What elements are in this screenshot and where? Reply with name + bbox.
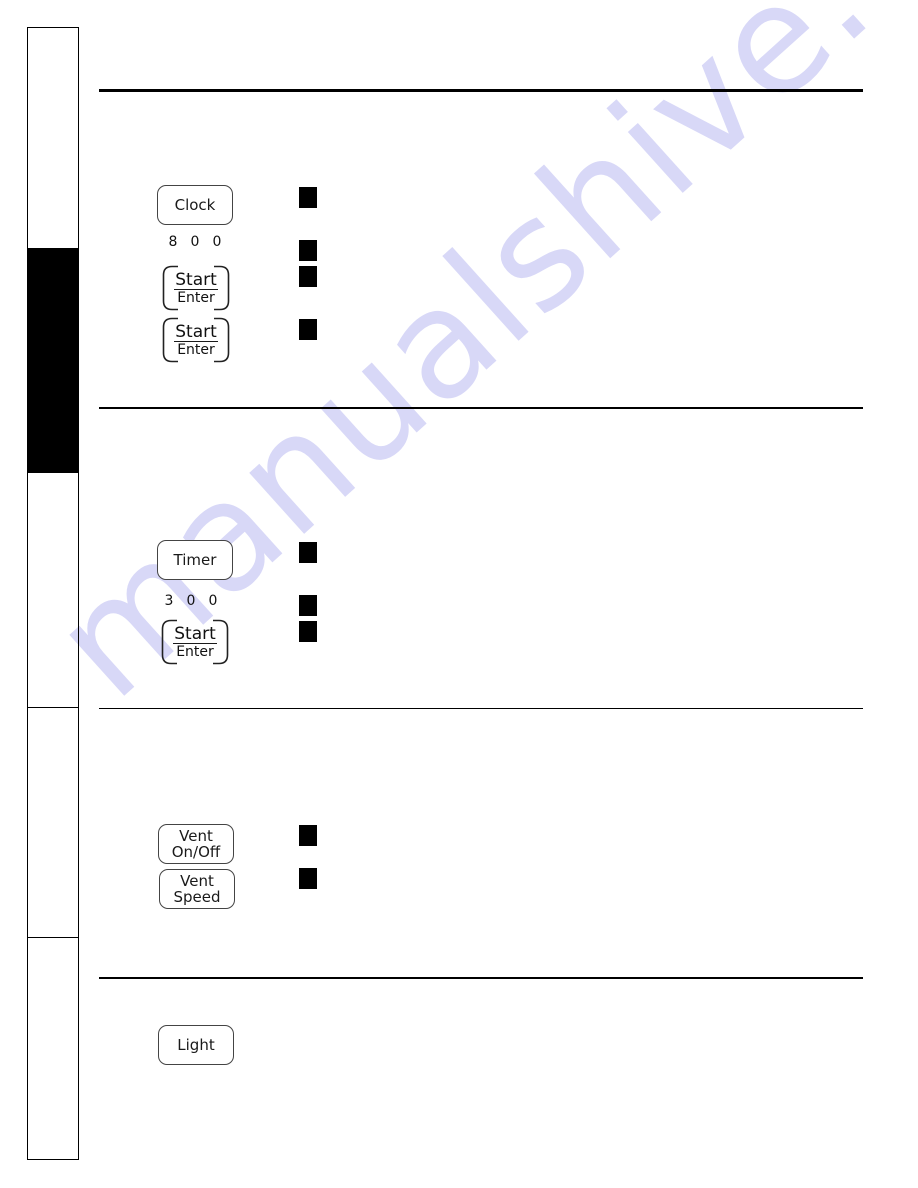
light-button[interactable]: Light	[158, 1025, 234, 1065]
section-rule-light	[99, 977, 863, 979]
step-marker-4	[299, 319, 317, 340]
digit: 0	[190, 234, 200, 250]
start-label: Start	[174, 269, 218, 290]
step-marker-2	[299, 240, 317, 261]
vent-speed-button[interactable]: Vent Speed	[159, 869, 235, 909]
enter-label: Enter	[177, 289, 215, 306]
start-enter-button[interactable]: Start Enter	[162, 265, 230, 311]
section-tab-sidebar	[27, 27, 79, 1160]
digit: 0	[186, 593, 196, 609]
sidebar-tab-2-active[interactable]	[28, 248, 78, 473]
step-marker-1	[299, 825, 317, 846]
timer-digits: 300	[158, 593, 224, 609]
light-button-label: Light	[177, 1036, 215, 1054]
start-label: Start	[173, 623, 217, 644]
clock-button[interactable]: Clock	[157, 185, 233, 225]
timer-button-label: Timer	[173, 551, 217, 569]
sidebar-tab-3[interactable]	[28, 473, 78, 707]
step-marker-2	[299, 595, 317, 616]
clock-digits: 800	[162, 234, 228, 250]
start-label: Start	[174, 321, 218, 342]
vent-on-off-label-line2: On/Off	[171, 843, 221, 861]
vent-speed-label-line1: Vent	[180, 872, 214, 890]
sidebar-tab-4[interactable]	[28, 707, 78, 937]
timer-button[interactable]: Timer	[157, 540, 233, 580]
digit: 0	[212, 234, 222, 250]
enter-label: Enter	[176, 643, 214, 660]
section-rule-vent	[99, 708, 863, 709]
vent-speed-label-line2: Speed	[173, 888, 221, 906]
sidebar-tab-5[interactable]	[28, 937, 78, 1161]
step-marker-3	[299, 266, 317, 287]
vent-on-off-button[interactable]: Vent On/Off	[158, 824, 234, 864]
sidebar-tab-1[interactable]	[28, 28, 78, 248]
section-rule-timer	[99, 407, 863, 409]
step-marker-1	[299, 542, 317, 563]
section-rule-clock	[99, 89, 863, 92]
digit: 8	[168, 234, 178, 250]
step-marker-1	[299, 187, 317, 208]
start-enter-button[interactable]: Start Enter	[161, 619, 229, 665]
step-marker-3	[299, 621, 317, 642]
digit: 3	[164, 593, 174, 609]
enter-label: Enter	[177, 341, 215, 358]
start-enter-button[interactable]: Start Enter	[162, 317, 230, 363]
vent-on-off-label-line1: Vent	[179, 827, 213, 845]
step-marker-2	[299, 868, 317, 889]
watermark: manualshive.com	[21, 0, 918, 732]
digit: 0	[208, 593, 218, 609]
clock-button-label: Clock	[174, 196, 216, 214]
